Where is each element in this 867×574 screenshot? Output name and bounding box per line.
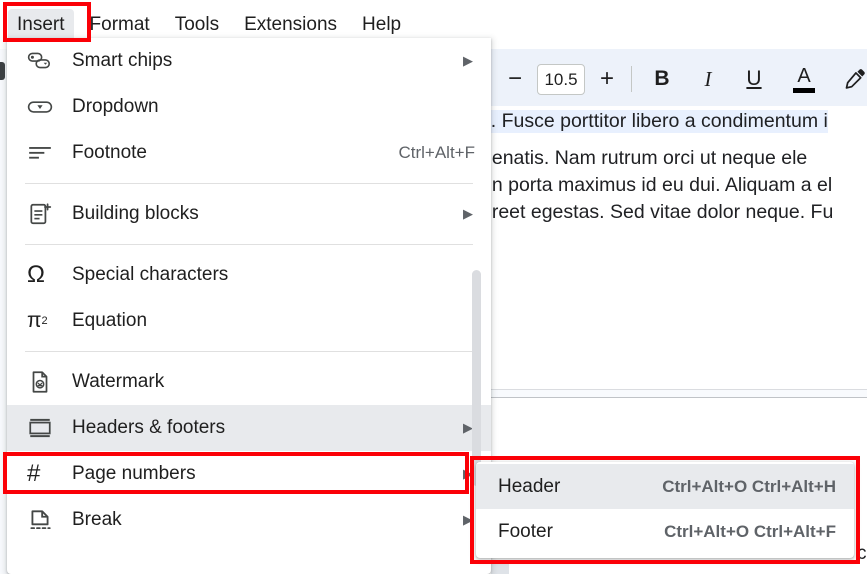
menu-item-special-characters[interactable]: Ω Special characters bbox=[7, 252, 491, 298]
menu-divider bbox=[25, 351, 473, 352]
submenu-item-accel: Ctrl+Alt+O Ctrl+Alt+H bbox=[662, 476, 836, 496]
headers-footers-icon bbox=[27, 413, 57, 443]
page-separator-bottom bbox=[491, 397, 867, 398]
insert-menu-scrollbar-thumb[interactable] bbox=[472, 270, 481, 486]
watermark-icon bbox=[27, 367, 57, 397]
headers-and-footers-submenu: Header Ctrl+Alt+O Ctrl+Alt+H Footer Ctrl… bbox=[476, 462, 854, 558]
menu-item-label: Equation bbox=[72, 310, 148, 331]
insert-dropdown-menu: Smart chips ▶ Dropdown Footnote Ctrl+Alt… bbox=[7, 38, 491, 574]
italic-button[interactable]: I bbox=[693, 64, 723, 94]
menu-item-page-numbers[interactable]: # Page numbers ▶ bbox=[7, 451, 491, 497]
increase-font-size-button[interactable]: + bbox=[594, 66, 620, 92]
special-characters-icon: Ω bbox=[27, 261, 45, 288]
smart-chips-icon bbox=[27, 46, 57, 76]
underline-button[interactable]: U bbox=[739, 64, 769, 94]
submenu-item-label: Header bbox=[498, 475, 561, 497]
text-color-letter: A bbox=[797, 64, 811, 87]
menu-item-dropdown[interactable]: Dropdown bbox=[7, 84, 491, 130]
menu-item-label: Footnote bbox=[72, 142, 147, 163]
submenu-item-label: Footer bbox=[498, 520, 553, 542]
document-line: oreet egestas. Sed vitae dolor neque. Fu bbox=[491, 201, 834, 223]
text-color-button[interactable]: A bbox=[788, 62, 820, 96]
document-page[interactable]: s. Fusce porttitor libero a condimentum … bbox=[491, 106, 867, 396]
toolbar-divider bbox=[631, 66, 632, 92]
menu-item-equation[interactable]: π2 Equation bbox=[7, 298, 491, 344]
document-trailing-char: c bbox=[857, 543, 867, 564]
equation-icon: π2 bbox=[27, 309, 48, 332]
menu-item-label: Smart chips bbox=[72, 50, 173, 71]
menu-item-break[interactable]: Break ▶ bbox=[7, 497, 491, 543]
menu-item-label: Headers & footers bbox=[72, 417, 226, 438]
menu-item-footnote[interactable]: Footnote Ctrl+Alt+F bbox=[7, 130, 491, 176]
menu-tab-extensions[interactable]: Extensions bbox=[235, 9, 346, 41]
menu-item-smart-chips[interactable]: Smart chips ▶ bbox=[7, 38, 491, 84]
sidebar-expand-handle[interactable] bbox=[0, 62, 5, 80]
menu-item-label: Special characters bbox=[72, 264, 229, 285]
menu-item-label: Break bbox=[72, 509, 122, 530]
highlight-color-button[interactable] bbox=[838, 64, 867, 94]
menu-tab-tools[interactable]: Tools bbox=[166, 9, 228, 41]
menu-tab-format[interactable]: Format bbox=[81, 9, 159, 41]
submenu-item-footer[interactable]: Footer Ctrl+Alt+O Ctrl+Alt+F bbox=[476, 509, 854, 554]
menu-tab-insert[interactable]: Insert bbox=[8, 8, 74, 41]
menu-item-label: Building blocks bbox=[72, 203, 199, 224]
highlight-pen-icon bbox=[845, 69, 865, 89]
break-icon bbox=[27, 505, 57, 535]
submenu-item-accel: Ctrl+Alt+O Ctrl+Alt+F bbox=[664, 521, 836, 541]
footnote-icon bbox=[27, 138, 57, 168]
menu-divider bbox=[25, 183, 473, 184]
document-line: nenatis. Nam rutrum orci ut neque ele bbox=[491, 147, 808, 169]
menu-divider bbox=[25, 244, 473, 245]
menu-item-label: Watermark bbox=[72, 371, 165, 392]
menu-item-headers-and-footers[interactable]: Headers & footers ▶ bbox=[7, 405, 491, 451]
menu-tab-help[interactable]: Help bbox=[353, 9, 410, 41]
building-blocks-icon bbox=[27, 199, 57, 229]
document-line: s. Fusce porttitor libero a condimentum … bbox=[491, 110, 828, 133]
dropdown-icon bbox=[27, 92, 57, 122]
document-footer-chip bbox=[491, 563, 509, 574]
submenu-item-header[interactable]: Header Ctrl+Alt+O Ctrl+Alt+H bbox=[476, 464, 854, 509]
menu-item-building-blocks[interactable]: Building blocks ▶ bbox=[7, 191, 491, 237]
google-docs-screenshot: s. Fusce porttitor libero a condimentum … bbox=[0, 0, 867, 574]
page-gap bbox=[491, 390, 867, 397]
decrease-font-size-button[interactable]: − bbox=[502, 66, 528, 92]
bold-button[interactable]: B bbox=[647, 64, 677, 94]
document-line: en porta maximus id eu dui. Aliquam a el bbox=[491, 174, 833, 196]
menu-item-watermark[interactable]: Watermark bbox=[7, 359, 491, 405]
menu-item-label: Page numbers bbox=[72, 463, 196, 484]
menu-item-label: Dropdown bbox=[72, 96, 159, 117]
text-color-swatch bbox=[793, 87, 815, 93]
menu-item-accel: Ctrl+Alt+F bbox=[398, 143, 475, 162]
page-numbers-icon: # bbox=[27, 460, 41, 487]
font-size-input[interactable]: 10.5 bbox=[537, 64, 585, 95]
